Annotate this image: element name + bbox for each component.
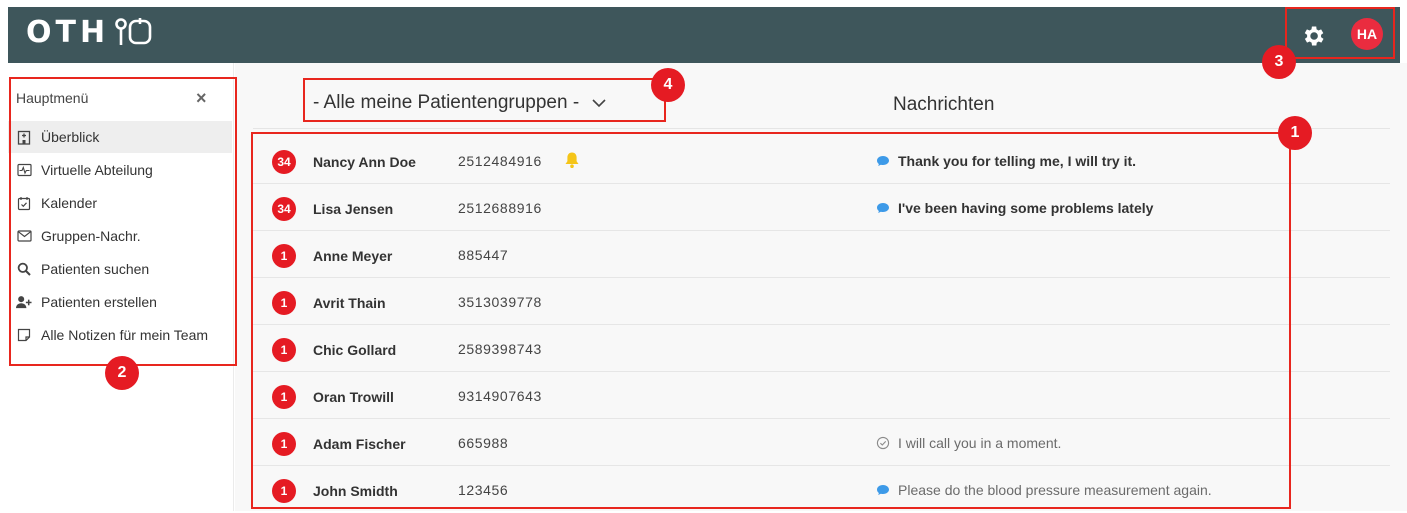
messages-column-header: Nachrichten (893, 94, 995, 115)
annotation-marker-1: 1 (1278, 116, 1312, 150)
header-divider (253, 128, 1390, 129)
logo-text: OTH (26, 15, 110, 50)
annotation-box-user-controls (1285, 7, 1395, 59)
annotation-box-main-menu (9, 77, 237, 366)
app-logo[interactable]: OTH (26, 15, 159, 50)
annotation-box-patient-list (251, 132, 1291, 509)
annotation-marker-4: 4 (651, 68, 685, 102)
stethoscope-logo-icon (115, 17, 159, 48)
annotation-marker-2: 2 (105, 356, 139, 390)
top-navigation-bar: OTH HA (8, 7, 1400, 63)
annotation-box-group-select (303, 78, 666, 122)
annotation-marker-3: 3 (1262, 45, 1296, 79)
